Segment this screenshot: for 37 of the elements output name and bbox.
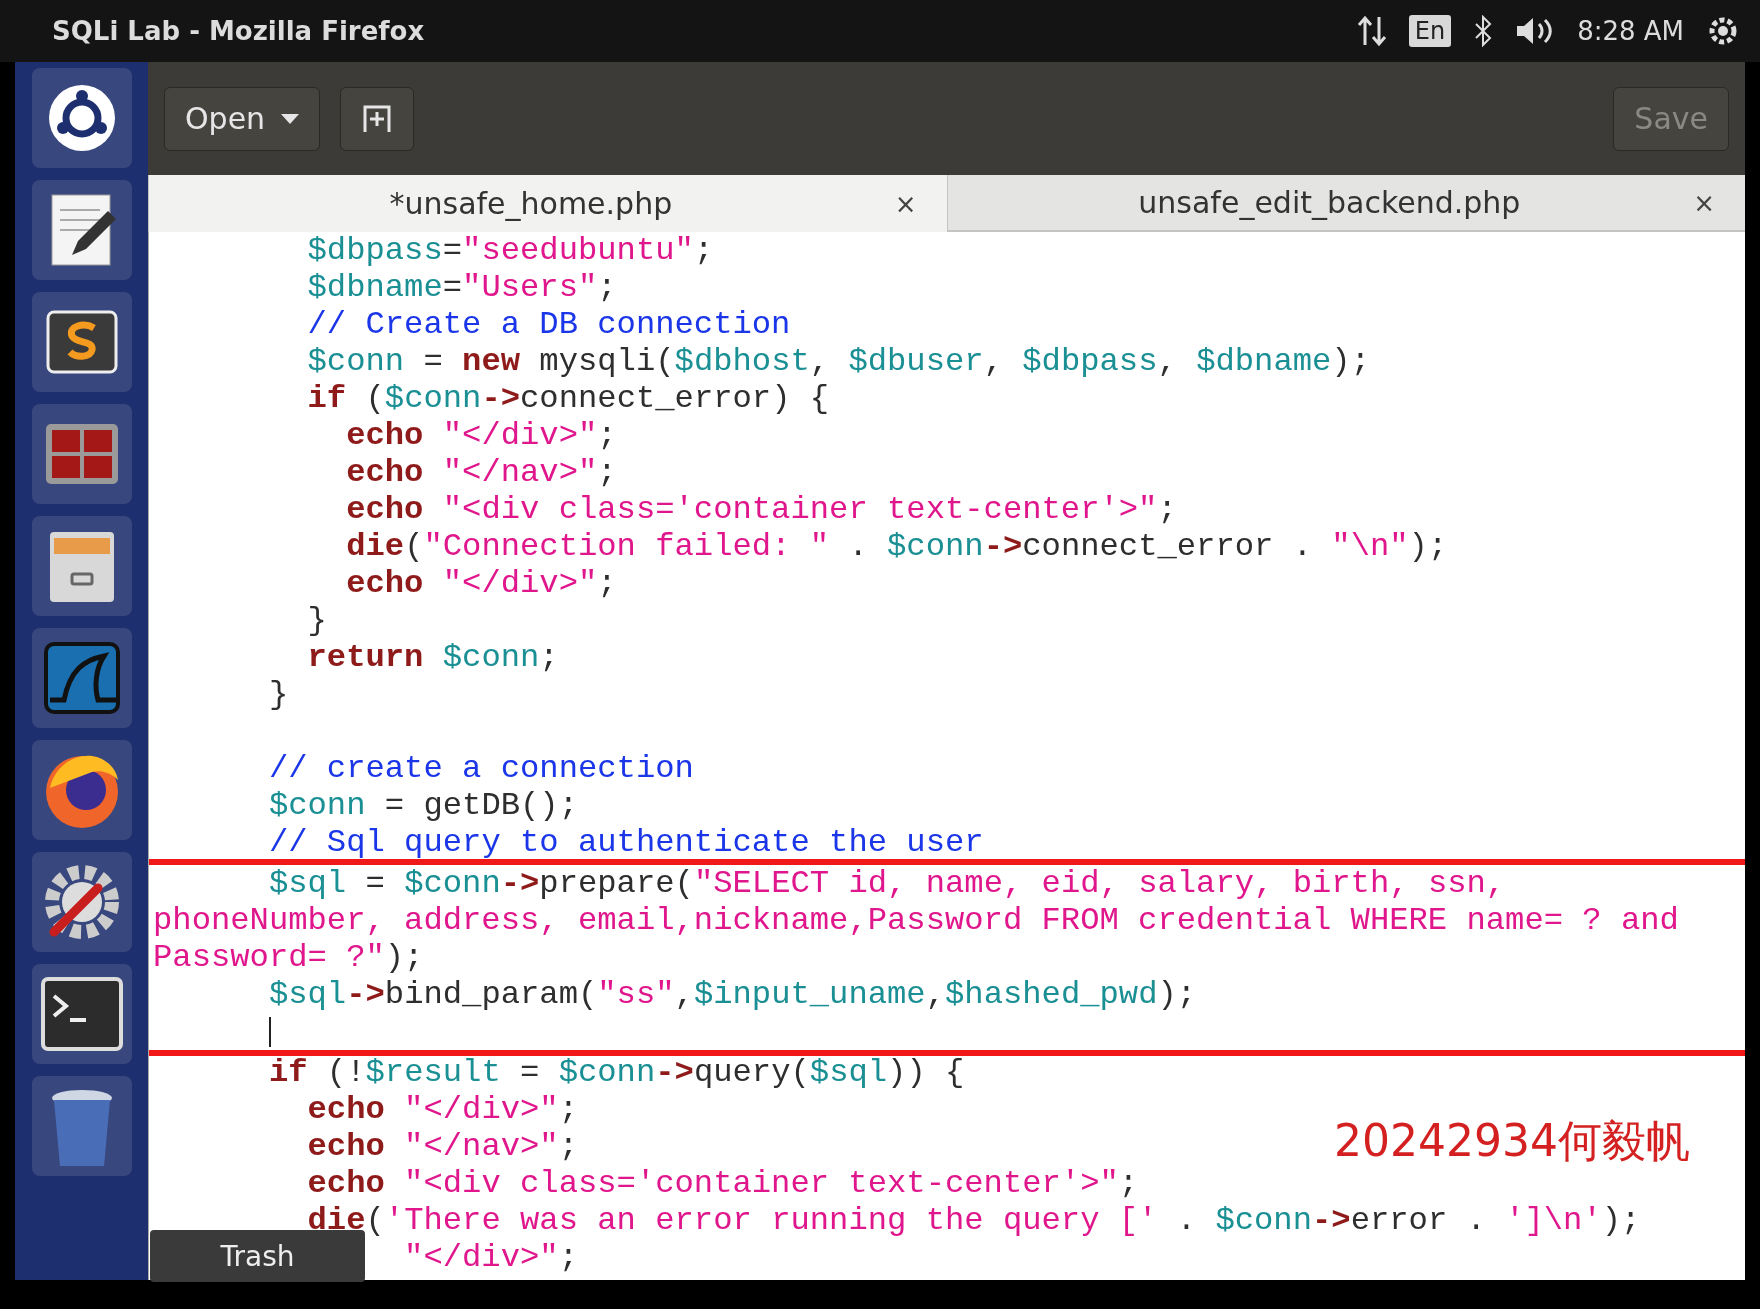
window-title: SQLi Lab - Mozilla Firefox <box>52 16 426 46</box>
code-line: $sql = $conn->prepare("SELECT id, name, eid, salary, birth, ssn, <box>268 865 1506 902</box>
code-line: echo "</nav>"; <box>307 1128 578 1165</box>
code-line: if (!$result = $conn->query($sql)) { <box>268 1054 965 1091</box>
open-button[interactable]: Open <box>164 86 321 151</box>
code-line: "</div>"; <box>404 1239 578 1276</box>
keyboard-layout-indicator[interactable]: En <box>1408 15 1452 47</box>
code-line: echo "<div class='container text-center'>"; <box>307 1165 1139 1202</box>
code-line: Password= ?"); <box>153 939 424 976</box>
code-line: // create a connection <box>268 750 694 787</box>
code-line: $dbpass="seedubuntu"; <box>307 232 714 269</box>
code-line: echo "</div>"; <box>346 565 617 602</box>
code-line: echo "</nav>"; <box>346 454 617 491</box>
code-line: $conn = getDB(); <box>268 787 578 824</box>
code-line: echo "</div>"; <box>307 1091 578 1128</box>
annotation-text: 20242934何毅帆 <box>1334 1114 1690 1168</box>
close-tab-button[interactable]: × <box>1687 186 1721 219</box>
tab-title: *unsafe_home.php <box>388 186 674 221</box>
code-line: echo "</div>"; <box>346 417 617 454</box>
code-line: $conn = new mysqli($dbhost, $dbuser, $dbpass, $dbname); <box>307 343 1370 380</box>
file-tab[interactable]: *unsafe_home.php × <box>148 175 947 232</box>
code-line: // Create a DB connection <box>307 306 791 343</box>
launcher-tooltip: Trash <box>150 1230 365 1282</box>
code-line: } <box>268 676 289 713</box>
code-line: } <box>307 602 327 639</box>
code-line: echo "<div class='container text-center'>"; <box>346 491 1177 528</box>
file-tab[interactable]: unsafe_edit_backend.php × <box>946 175 1745 232</box>
code-line: // Sql query to authenticate the user <box>268 824 984 861</box>
code-line: phoneNumber, address, email,nickname,Password FROM credential WHERE name= ? and <box>153 902 1679 939</box>
code-line: if ($conn->connect_error) { <box>307 380 830 417</box>
close-tab-button[interactable]: × <box>888 187 923 220</box>
code-line: die("Connection failed: " . $conn->connect_error . "\n"); <box>346 528 1448 565</box>
clock[interactable]: 8:28 AM <box>1577 16 1684 46</box>
code-line: $sql->bind_param("ss",$input_uname,$hashed_pwd); <box>268 976 1197 1013</box>
code-line: return $conn; <box>307 639 559 676</box>
code-line: $dbname="Users"; <box>307 269 617 306</box>
tab-title: unsafe_edit_backend.php <box>1137 185 1522 220</box>
